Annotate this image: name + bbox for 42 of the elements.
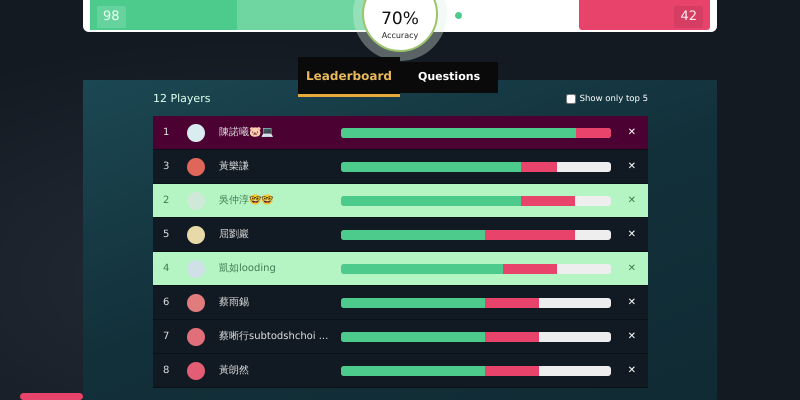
- player-name: 蔡晰行subtodshchoi ...: [219, 330, 330, 344]
- avatar-icon: [187, 158, 205, 176]
- player-name: 凱如looding: [219, 262, 277, 276]
- player-name: 吳仲淳🤓🤓: [219, 194, 274, 208]
- remove-button[interactable]: ✕: [628, 159, 636, 174]
- player-name: 陳諾曦🐷💻: [219, 126, 274, 140]
- players-count: 12 Players: [153, 91, 210, 107]
- action-button[interactable]: [20, 393, 83, 400]
- avatar-icon: [187, 294, 205, 312]
- top5-checkbox[interactable]: [566, 94, 576, 104]
- correct-count: 98: [97, 6, 126, 28]
- remove-button[interactable]: ✕: [628, 125, 636, 140]
- tab[interactable]: Leaderboard: [298, 57, 400, 97]
- avatar-icon: [187, 362, 205, 380]
- rank-number: 8: [162, 364, 170, 378]
- avatar-icon: [187, 192, 205, 210]
- remove-button[interactable]: ✕: [628, 227, 636, 242]
- rank-number: 4: [162, 262, 170, 276]
- rank-number: 1: [162, 126, 170, 140]
- tab[interactable]: Questions: [400, 62, 498, 93]
- avatar-icon: [187, 226, 205, 244]
- top5-label: Show only top 5: [580, 92, 648, 106]
- remove-button[interactable]: ✕: [628, 363, 636, 378]
- avatar-icon: [187, 328, 205, 346]
- accuracy-label: Accuracy: [382, 30, 418, 42]
- player-name: 黃朗然: [219, 364, 250, 378]
- rank-number: 6: [162, 296, 170, 310]
- player-name: 屈劉巖: [219, 228, 250, 242]
- incorrect-count: 42: [674, 6, 703, 28]
- avatar-icon: [187, 260, 205, 278]
- rank-number: 3: [162, 160, 170, 174]
- player-name: 蔡雨錫: [219, 296, 250, 310]
- rank-number: 2: [162, 194, 170, 208]
- avatar-icon: [187, 124, 205, 142]
- accuracy-value: 70%: [381, 11, 419, 28]
- rank-number: 7: [162, 330, 170, 344]
- remove-button[interactable]: ✕: [628, 295, 636, 310]
- remove-button[interactable]: ✕: [628, 329, 636, 344]
- rank-number: 5: [162, 228, 170, 242]
- remove-button[interactable]: ✕: [628, 193, 636, 208]
- remove-button[interactable]: ✕: [628, 261, 636, 276]
- player-name: 黃樂謙: [219, 160, 250, 174]
